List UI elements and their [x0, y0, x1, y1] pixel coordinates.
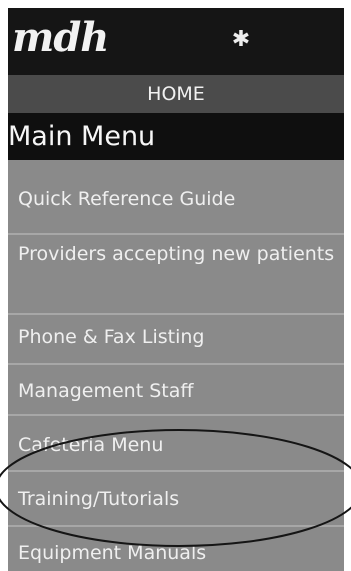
menu-item-quick-reference-guide[interactable]: Quick Reference Guide — [8, 187, 344, 211]
menu-item-training-tutorials[interactable]: Training/Tutorials — [8, 487, 344, 511]
menu-divider — [8, 414, 344, 416]
menu-item-equipment-manuals[interactable]: Equipment Manuals — [8, 541, 344, 565]
logo-bar: mdh ✱ — [8, 8, 344, 75]
menu-divider — [8, 233, 344, 235]
home-link[interactable]: HOME — [8, 75, 344, 113]
menu-item-management-staff[interactable]: Management Staff — [8, 379, 344, 403]
sidebar-menu-panel: mdh ✱ HOME Main Menu Quick Reference Gui… — [8, 8, 344, 571]
menu-divider — [8, 525, 344, 527]
menu-divider — [8, 363, 344, 365]
star-icon: ✱ — [231, 27, 251, 52]
main-menu-title: Main Menu — [8, 113, 344, 160]
menu-divider — [8, 313, 344, 315]
menu-item-providers-accepting-new-patients[interactable]: Providers accepting new patients — [8, 242, 344, 266]
mdh-logo[interactable]: mdh — [12, 16, 109, 60]
menu-item-cafeteria-menu[interactable]: Cafeteria Menu — [8, 433, 344, 457]
menu-divider — [8, 470, 344, 472]
menu-item-phone-fax-listing[interactable]: Phone & Fax Listing — [8, 325, 344, 349]
